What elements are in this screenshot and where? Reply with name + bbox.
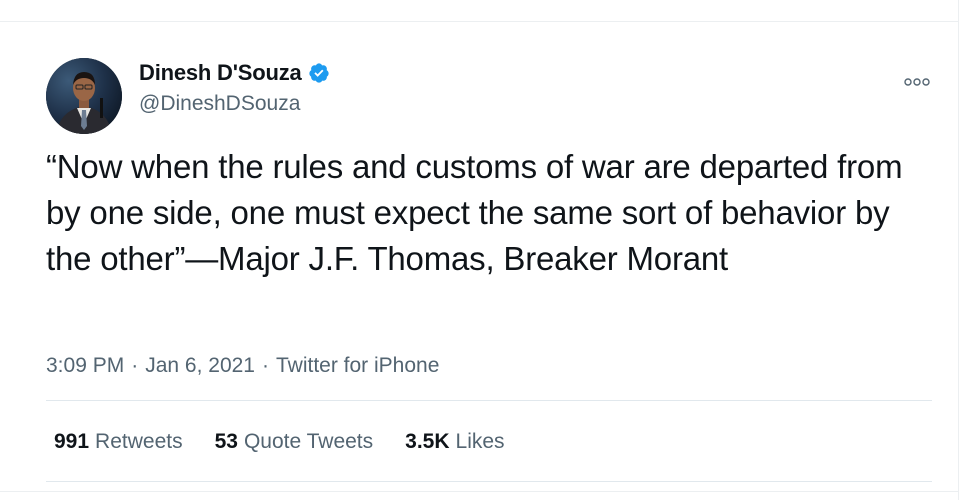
divider-bottom: [46, 481, 932, 482]
author-handle[interactable]: @DineshDSouza: [139, 92, 300, 116]
divider: [46, 400, 932, 401]
author-name[interactable]: Dinesh D'Souza: [139, 60, 302, 86]
page: Dinesh D'Souza @DineshDSouza “Now when t…: [0, 0, 980, 500]
retweets-count: 991: [54, 430, 90, 453]
frame-right-border: [958, 0, 959, 500]
author-name-row[interactable]: Dinesh D'Souza: [139, 58, 330, 88]
quote-tweets-label: Quote Tweets: [243, 430, 374, 453]
likes-label: Likes: [455, 430, 505, 453]
tweet-source[interactable]: Twitter for iPhone: [276, 354, 439, 378]
tweet-time[interactable]: 3:09 PM: [46, 354, 124, 378]
meta-separator: ·: [261, 354, 269, 377]
quote-tweets-count: 53: [214, 430, 238, 453]
avatar[interactable]: [46, 58, 122, 134]
meta-separator: ·: [131, 354, 139, 377]
retweets-stat[interactable]: 991 Retweets: [54, 430, 183, 454]
avatar-photo-icon: [46, 58, 122, 134]
tweet-meta: 3:09 PM · Jan 6, 2021 · Twitter for iPho…: [46, 352, 439, 380]
verified-badge-icon: [308, 62, 330, 84]
quote-tweets-stat[interactable]: 53 Quote Tweets: [215, 430, 374, 454]
likes-count: 3.5K: [405, 430, 450, 453]
stats-row: 991 Retweets 53 Quote Tweets 3.5K Likes: [54, 427, 537, 457]
tweet-date[interactable]: Jan 6, 2021: [145, 354, 255, 378]
frame-bottom-border: [0, 491, 958, 492]
tweet-card: Dinesh D'Souza @DineshDSouza “Now when t…: [0, 22, 958, 491]
likes-stat[interactable]: 3.5K Likes: [405, 430, 504, 454]
tweet-text: “Now when the rules and customs of war a…: [46, 148, 903, 277]
retweets-label: Retweets: [95, 430, 183, 453]
more-options-icon[interactable]: [904, 74, 930, 86]
